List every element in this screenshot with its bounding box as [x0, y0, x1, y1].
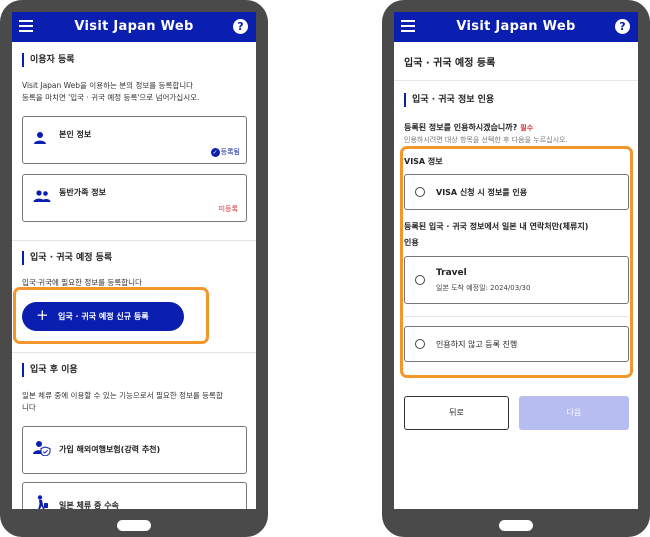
user-section-desc-1: Visit Japan Web을 이용하는 분의 정보를 등록합니다 — [22, 81, 194, 90]
page-title: 입국 · 귀국 예정 등록 — [404, 58, 496, 69]
people-icon — [33, 189, 51, 207]
no-cite-option[interactable]: 인용하지 않고 등록 진행 — [404, 326, 629, 362]
entry-section-title: 입국 · 귀국 예정 등록 — [22, 251, 112, 265]
plus-icon: + — [36, 306, 49, 324]
radio-travel[interactable] — [415, 275, 425, 285]
arrival-date: 일본 도착 예정일: 2024/03/30 — [436, 284, 531, 292]
contact-heading-1: 등록된 입국 · 귀국 정보에서 일본 내 연락처만(체류지) — [404, 222, 589, 231]
phone-left: Visit Japan Web ? 이용자 등록 Visit Japan Web… — [0, 0, 268, 537]
required-badge: 필수 — [520, 124, 534, 132]
self-info-label: 본인 정보 — [59, 130, 92, 139]
next-button[interactable]: 다음 — [519, 396, 629, 430]
cite-section-title: 입국 · 귀국 정보 인용 — [404, 93, 494, 107]
app-header: Visit Japan Web ? — [394, 12, 638, 42]
person-shield-icon — [33, 440, 51, 460]
travel-title: Travel — [436, 268, 467, 278]
travel-option[interactable]: Travel 일본 도착 예정일: 2024/03/30 — [404, 256, 629, 304]
new-entry-registration-button[interactable]: + 입국 · 귀국 예정 신규 등록 — [22, 302, 184, 331]
stay-procedures-card[interactable]: 일본 체류 중 수속 — [22, 482, 247, 509]
check-icon: ✓ — [210, 148, 220, 157]
user-section-title: 이용자 등록 — [22, 53, 75, 67]
contact-heading-2: 인용 — [404, 238, 419, 247]
self-info-card[interactable]: 본인 정보 ✓ 등록됨 — [22, 116, 247, 164]
help-icon[interactable]: ? — [233, 19, 248, 34]
app-header: Visit Japan Web ? — [12, 12, 256, 42]
screen-right: Visit Japan Web ? 입국 · 귀국 예정 등록 입국 · 귀국 … — [394, 12, 638, 509]
visa-heading: VISA 정보 — [404, 157, 443, 166]
family-info-label: 동반가족 정보 — [59, 188, 106, 197]
unregistered-badge: 미등록 — [218, 205, 238, 213]
cite-question-hint: 인용하시려면 대상 항목을 선택한 후 다음을 누르십시오. — [404, 136, 568, 144]
divider — [394, 80, 638, 81]
home-button[interactable] — [499, 520, 533, 531]
user-section-desc-2: 등록을 마치면 '입국 · 귀국 예정 등록'으로 넘어가십시오. — [22, 93, 200, 102]
divider — [404, 316, 629, 317]
phone-right: Visit Japan Web ? 입국 · 귀국 예정 등록 입국 · 귀국 … — [382, 0, 650, 537]
after-section-title: 입국 후 이용 — [22, 363, 78, 377]
person-icon — [33, 131, 47, 149]
home-button[interactable] — [117, 520, 151, 531]
stay-procedures-label: 일본 체류 중 수속 — [59, 501, 119, 509]
app-title: Visit Japan Web — [74, 19, 194, 34]
after-section-desc-2: 니다 — [22, 403, 36, 412]
insurance-label: 가입 해외여행보험(강력 추천) — [59, 445, 161, 454]
radio-visa[interactable] — [415, 187, 425, 197]
after-section-desc-1: 일본 체류 중에 이용할 수 있는 기능으로서 필요한 정보를 등록합 — [22, 391, 223, 400]
radio-no-cite[interactable] — [415, 339, 425, 349]
app-title: Visit Japan Web — [456, 19, 576, 34]
back-button[interactable]: 뒤로 — [404, 396, 509, 430]
visa-cite-option[interactable]: VISA 신청 시 정보를 인용 — [404, 174, 629, 210]
cite-question: 등록된 정보를 인용하시겠습니까? 필수 — [404, 123, 534, 132]
family-info-card[interactable]: 동반가족 정보 미등록 — [22, 174, 247, 222]
help-icon[interactable]: ? — [615, 19, 630, 34]
traveler-icon — [33, 495, 49, 509]
divider — [12, 240, 256, 241]
screen-left: Visit Japan Web ? 이용자 등록 Visit Japan Web… — [12, 12, 256, 509]
registered-badge: ✓ 등록됨 — [210, 148, 240, 157]
divider — [12, 352, 256, 353]
insurance-card[interactable]: 가입 해외여행보험(강력 추천) — [22, 426, 247, 474]
